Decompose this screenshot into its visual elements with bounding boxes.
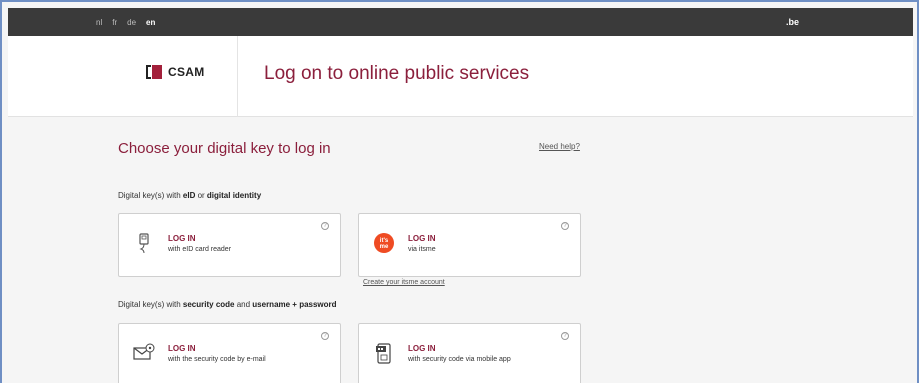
page-title: Log on to online public services: [264, 63, 530, 84]
browser-frame: nl fr de en .be CSAM Log on to online pu…: [0, 0, 919, 383]
card-title: LOG IN: [168, 234, 196, 243]
login-itsme-card[interactable]: ? it's me LOG IN via itsme: [358, 213, 581, 277]
lang-en[interactable]: en: [146, 18, 155, 27]
csam-logo-icon: [146, 65, 164, 79]
logo-text: CSAM: [168, 65, 205, 79]
section-eid-label: Digital key(s) with eID or digital ident…: [118, 191, 262, 200]
page-header: CSAM Log on to online public services: [8, 36, 913, 117]
login-email-code-card[interactable]: ? LOG IN with the security code by e-mai…: [118, 323, 341, 383]
be-domain-link[interactable]: .be: [786, 17, 799, 27]
help-icon[interactable]: ?: [561, 332, 569, 340]
help-icon[interactable]: ?: [561, 222, 569, 230]
mobile-app-icon: [376, 343, 391, 364]
login-mobile-app-card[interactable]: ? LOG IN with security code via mobile a…: [358, 323, 581, 383]
card-subtitle: with eID card reader: [168, 246, 232, 253]
card-subtitle: via itsme: [408, 246, 436, 253]
top-bar: nl fr de en .be: [8, 8, 913, 36]
main-content: Choose your digital key to log in Need h…: [8, 117, 913, 383]
card-subtitle: with the security code by e-mail: [168, 356, 266, 363]
lang-nl[interactable]: nl: [96, 18, 102, 27]
email-code-icon: [133, 343, 155, 360]
csam-logo[interactable]: CSAM: [146, 65, 205, 79]
lang-de[interactable]: de: [127, 18, 136, 27]
itsme-icon: it's me: [374, 233, 394, 253]
header-divider: [237, 36, 238, 117]
choose-key-heading: Choose your digital key to log in: [118, 140, 331, 157]
card-title: LOG IN: [408, 344, 436, 353]
login-eid-card[interactable]: ? LOG IN with eID card reader: [118, 213, 341, 277]
card-title: LOG IN: [408, 234, 436, 243]
lang-fr[interactable]: fr: [112, 18, 117, 27]
language-switcher: nl fr de en: [96, 18, 155, 27]
card-title: LOG IN: [168, 344, 196, 353]
section-security-code-label: Digital key(s) with security code and us…: [118, 300, 337, 309]
card-reader-icon: [139, 233, 149, 254]
card-subtitle: with security code via mobile app: [408, 356, 511, 363]
need-help-link[interactable]: Need help?: [539, 142, 580, 151]
svg-text:me: me: [380, 244, 389, 250]
help-icon[interactable]: ?: [321, 332, 329, 340]
create-itsme-account-link[interactable]: Create your itsme account: [363, 279, 445, 286]
help-icon[interactable]: ?: [321, 222, 329, 230]
